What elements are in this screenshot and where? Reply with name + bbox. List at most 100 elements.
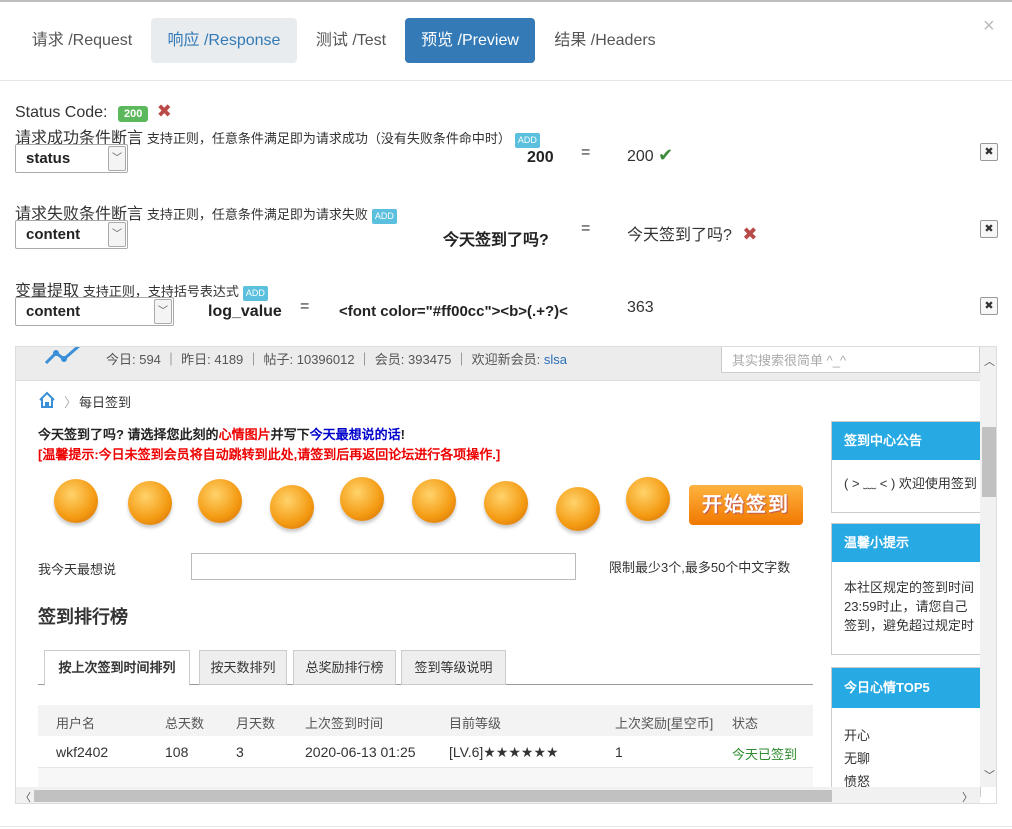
scroll-left-icon[interactable]: 〈 <box>20 789 31 803</box>
remove-var-button[interactable]: ✖ <box>980 297 998 315</box>
scroll-up-icon[interactable]: ︿ <box>984 353 995 369</box>
var-name[interactable]: log_value <box>208 303 282 321</box>
mood-sweat-icon[interactable] <box>412 479 456 523</box>
tab-rank-by-time[interactable]: 按上次签到时间排列 <box>44 650 190 686</box>
cell-month-days: 3 <box>236 744 244 760</box>
tab-test[interactable]: 测试 /Test <box>302 18 400 63</box>
cell-username[interactable]: wkf2402 <box>56 744 108 760</box>
cell-last-sign: 2020-06-13 01:25 <box>305 744 416 760</box>
scroll-down-icon[interactable]: ﹀ <box>984 767 995 783</box>
say-label: 我今天最想说 <box>38 562 117 577</box>
horizontal-scroll-thumb[interactable] <box>34 790 832 802</box>
success-field-select[interactable]: status ﹀ <box>15 144 128 173</box>
new-member-link[interactable]: slsa <box>544 352 567 367</box>
var-value: 363 <box>627 299 654 316</box>
fail-field-value: content <box>26 226 81 243</box>
vertical-scroll-thumb[interactable] <box>982 427 996 497</box>
close-icon[interactable]: × <box>983 16 995 36</box>
remove-success-button[interactable]: ✖ <box>980 143 998 161</box>
status-code-row: Status Code: 200 ✖ <box>15 101 172 122</box>
success-actual: 200 <box>627 148 654 165</box>
chevron-down-icon: ﹀ <box>154 299 172 324</box>
success-field-value: status <box>26 150 71 167</box>
fail-expected: 今天签到了吗? <box>443 232 549 249</box>
mood-shy-icon[interactable] <box>556 487 600 531</box>
fail-actual-row: 今天签到了吗? ✖ <box>627 221 757 245</box>
notice-title: 签到中心公告 <box>832 422 980 460</box>
forum-stats: 今日: 594 ｜ 昨日: 4189 ｜ 帖子: 10396012 ｜ 会员: … <box>106 349 567 368</box>
col-month-days: 月天数 <box>236 716 276 731</box>
tips-line: 签到，避免超过规定时 <box>844 618 975 633</box>
tab-response[interactable]: 响应 /Response <box>151 18 297 63</box>
success-op: = <box>581 144 591 161</box>
var-expr[interactable]: <font color="#ff00cc"><b>(.+?)< <box>339 303 577 320</box>
vertical-scrollbar[interactable]: ︿ ﹀ <box>980 347 996 787</box>
mood-angry-icon[interactable] <box>340 477 384 521</box>
tab-rank-levels[interactable]: 签到等级说明 <box>401 650 506 685</box>
question-highlight: 今天最想说的话 <box>309 427 401 442</box>
tab-request[interactable]: 请求 /Request <box>18 18 146 63</box>
mood-cry-icon[interactable] <box>626 477 670 521</box>
mood-dizzy-icon[interactable] <box>198 479 242 523</box>
scroll-right-icon[interactable]: 〉 <box>962 789 973 803</box>
cell-total-days: 108 <box>165 744 189 760</box>
list-item: 无聊 <box>844 751 871 766</box>
preview-frame[interactable]: 今日: 594 ｜ 昨日: 4189 ｜ 帖子: 10396012 ｜ 会员: … <box>15 346 997 804</box>
success-add-button[interactable]: ADD <box>514 133 540 148</box>
tab-rank-by-days[interactable]: 按天数排列 <box>199 650 287 685</box>
chevron-down-icon: ﹀ <box>108 222 126 247</box>
chevron-down-icon: ﹀ <box>108 146 126 171</box>
forum-search-input[interactable]: 其实搜索很简单 ^_^ <box>721 347 980 373</box>
tab-rank-reward[interactable]: 总奖励排行榜 <box>293 650 396 685</box>
success-expected: 200 <box>527 149 554 166</box>
error-icon: ✖ <box>742 224 758 244</box>
mood-top5-box: 今日心情TOP5 开心 无聊 愤怒 <box>831 667 981 797</box>
var-field-value: content <box>26 303 81 320</box>
col-reward: 上次奖励[星空币] <box>615 716 714 731</box>
var-field-select[interactable]: content ﹀ <box>15 297 174 326</box>
tips-body: 本社区规定的签到时间 23:59时止，请您自己 签到，避免超过规定时 <box>832 562 980 643</box>
footer-divider <box>0 826 1012 827</box>
mood-happy-icon[interactable] <box>54 479 98 523</box>
tab-preview[interactable]: 预览 /Preview <box>405 18 535 63</box>
remove-fail-button[interactable]: ✖ <box>980 220 998 238</box>
forum-stat-bar: 今日: 594 ｜ 昨日: 4189 ｜ 帖子: 10396012 ｜ 会员: … <box>16 347 980 381</box>
cell-status: 今天已签到 <box>732 747 798 762</box>
mood-sleepy-icon[interactable] <box>270 485 314 529</box>
question-part: 今天签到了吗? 请选择您此刻的 <box>38 427 219 442</box>
tips-line: 23:59时止，请您自己 <box>844 599 968 614</box>
col-level: 目前等级 <box>449 716 502 731</box>
tips-box: 温馨小提示 本社区规定的签到时间 23:59时止，请您自己 签到，避免超过规定时 <box>831 523 981 655</box>
error-icon: ✖ <box>156 101 172 121</box>
fail-add-button[interactable]: ADD <box>371 209 397 224</box>
tips-line: 本社区规定的签到时间 <box>844 580 975 595</box>
mood-smoke-icon[interactable] <box>484 481 528 525</box>
trend-icon <box>44 347 80 365</box>
question-highlight: 心情图片 <box>218 427 271 442</box>
status-code-badge: 200 <box>117 106 149 122</box>
fail-assert-hint: 支持正则，任意条件满足即为请求失败 <box>146 207 368 222</box>
home-icon[interactable] <box>38 391 56 409</box>
start-sign-button[interactable]: 开始签到 <box>689 485 803 525</box>
sign-question: 今天签到了吗? 请选择您此刻的心情图片并写下今天最想说的话! <box>38 424 405 443</box>
tab-bar: 请求 /Request 响应 /Response 测试 /Test 预览 /Pr… <box>0 0 1012 81</box>
var-add-button[interactable]: ADD <box>242 286 268 301</box>
breadcrumb-separator-icon: 〉 <box>64 395 78 410</box>
list-item: 开心 <box>844 728 871 743</box>
cell-reward: 1 <box>615 744 623 760</box>
tips-title: 温馨小提示 <box>832 524 980 562</box>
horizontal-scrollbar[interactable]: 〈 〉 <box>16 787 980 803</box>
breadcrumb[interactable]: 每日签到 <box>79 392 131 411</box>
notice-body: ( > ﹏ < ) 欢迎使用签到 <box>844 476 977 491</box>
mood-sad-icon[interactable] <box>128 481 172 525</box>
fail-op: = <box>581 220 591 237</box>
tab-headers[interactable]: 结果 /Headers <box>540 18 670 63</box>
status-code-label: Status Code: <box>15 104 108 121</box>
fail-field-select[interactable]: content ﹀ <box>15 220 128 249</box>
col-last-sign: 上次签到时间 <box>305 716 384 731</box>
col-total-days: 总天数 <box>165 716 205 731</box>
notice-box: 签到中心公告 ( > ﹏ < ) 欢迎使用签到 <box>831 421 981 513</box>
col-status: 状态 <box>732 716 759 731</box>
question-part: ! <box>400 427 405 442</box>
say-input[interactable] <box>191 553 576 580</box>
